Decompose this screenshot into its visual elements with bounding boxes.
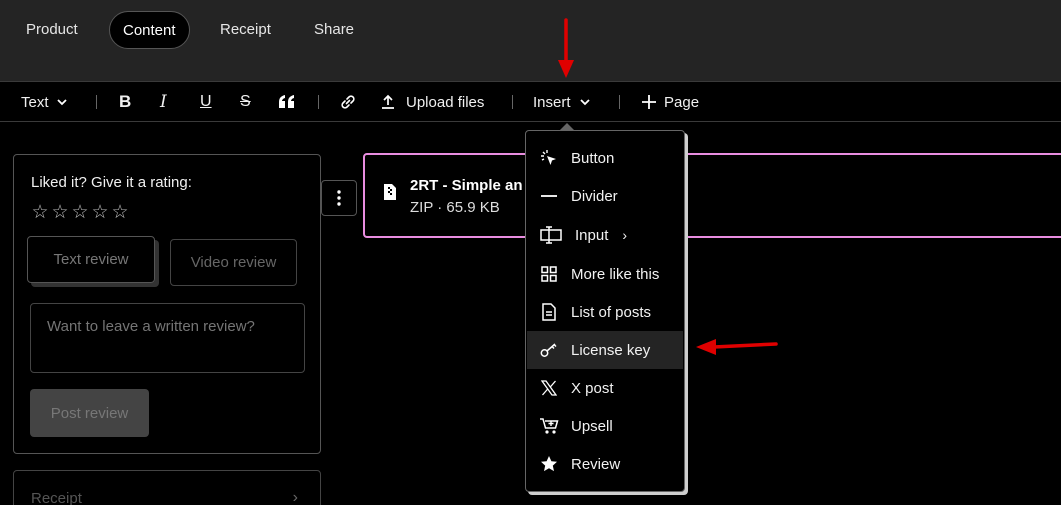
zip-file-icon — [384, 184, 396, 200]
toolbar-divider — [512, 95, 513, 109]
grid-icon — [541, 266, 557, 282]
menu-item-label: Review — [571, 455, 621, 473]
insert-label: Insert — [533, 93, 571, 111]
menu-item-label: List of posts — [571, 303, 652, 321]
rating-title: Liked it? Give it a rating: — [31, 174, 192, 191]
star-icon[interactable]: ☆ — [71, 203, 89, 223]
menu-item-list-of-posts[interactable]: List of posts — [527, 293, 683, 331]
video-review-button[interactable]: Video review — [170, 239, 297, 286]
receipt-label: Receipt — [31, 490, 82, 505]
add-page-button[interactable]: Page — [641, 83, 699, 121]
toolbar-divider — [619, 95, 620, 109]
chevron-right-icon: › — [622, 227, 628, 243]
rating-card: Liked it? Give it a rating: ☆ ☆ ☆ ☆ ☆ Te… — [13, 154, 321, 454]
add-page-label: Page — [664, 93, 700, 111]
tab-share[interactable]: Share — [301, 11, 367, 49]
menu-item-label: Divider — [571, 187, 618, 205]
editor-toolbar: Text B I U S Upload files Insert Page — [0, 83, 1061, 122]
text-style-label: Text — [21, 93, 49, 111]
star-icon[interactable]: ☆ — [91, 203, 109, 223]
menu-item-label: More like this — [571, 265, 660, 283]
insert-menu: Button Divider Input › More like this Li… — [525, 123, 685, 492]
upload-icon — [382, 94, 394, 109]
bold-button[interactable]: B — [119, 83, 131, 121]
link-button[interactable] — [339, 83, 357, 121]
file-name: 2RT - Simple an — [410, 177, 523, 194]
menu-item-review[interactable]: Review — [527, 445, 683, 483]
text-style-dropdown[interactable]: Text — [21, 83, 68, 121]
file-meta: ZIP · 65.9 KB — [410, 199, 500, 216]
text-review-button[interactable]: Text review — [27, 236, 155, 283]
menu-item-label: Button — [571, 149, 615, 167]
star-icon — [541, 456, 557, 472]
annotation-arrow-left — [696, 339, 778, 355]
quote-icon — [279, 95, 294, 108]
input-icon — [540, 226, 562, 244]
underline-button[interactable]: U — [200, 83, 212, 121]
toolbar-divider — [96, 95, 97, 109]
menu-item-divider[interactable]: Divider — [527, 177, 683, 215]
key-icon — [540, 343, 557, 357]
link-icon — [341, 95, 355, 109]
cart-icon — [540, 418, 559, 434]
more-options-button[interactable] — [321, 180, 357, 216]
menu-item-label: Input — [575, 226, 609, 244]
written-review-input[interactable] — [30, 303, 305, 373]
menu-item-input[interactable]: Input › — [527, 216, 683, 254]
insert-dropdown-button[interactable]: Insert — [533, 83, 591, 121]
menu-item-label: X post — [571, 379, 614, 397]
strikethrough-button[interactable]: S — [240, 83, 251, 121]
x-logo-icon — [541, 380, 557, 396]
menu-item-license-key[interactable]: License key — [527, 331, 683, 369]
menu-item-x-post[interactable]: X post — [527, 369, 683, 407]
annotation-arrow-down — [558, 18, 574, 78]
tab-product[interactable]: Product — [13, 11, 91, 49]
underline-icon: U — [200, 93, 212, 110]
menu-item-upsell[interactable]: Upsell — [527, 407, 683, 445]
document-icon — [542, 303, 556, 321]
plus-icon — [642, 95, 656, 109]
chevron-right-icon: › — [292, 489, 298, 505]
post-review-button[interactable]: Post review — [30, 389, 149, 437]
menu-item-more-like-this[interactable]: More like this — [527, 255, 683, 293]
menu-item-button[interactable]: Button — [527, 139, 683, 177]
tab-content[interactable]: Content — [109, 11, 190, 49]
upload-files-label: Upload files — [406, 93, 485, 111]
divider-icon — [541, 195, 557, 197]
strikethrough-icon: S — [240, 93, 251, 110]
quote-button[interactable] — [277, 83, 297, 121]
star-icon[interactable]: ☆ — [111, 203, 129, 223]
cursor-click-icon — [541, 150, 556, 165]
star-rating[interactable]: ☆ ☆ ☆ ☆ ☆ — [31, 203, 129, 223]
chevron-down-icon — [579, 99, 590, 106]
file-embed-card[interactable]: 2RT - Simple an ZIP · 65.9 KB — [363, 153, 1061, 238]
star-icon[interactable]: ☆ — [51, 203, 69, 223]
kebab-icon — [337, 190, 341, 206]
star-icon[interactable]: ☆ — [31, 203, 49, 223]
receipt-card[interactable]: Receipt › — [13, 470, 321, 505]
bold-icon: B — [119, 92, 132, 111]
toolbar-divider — [318, 95, 319, 109]
italic-icon: I — [160, 92, 167, 112]
tab-receipt[interactable]: Receipt — [207, 11, 284, 49]
italic-button[interactable]: I — [160, 83, 167, 121]
menu-item-label: Upsell — [571, 417, 613, 435]
menu-item-label: License key — [571, 341, 651, 359]
top-nav: Product Content Receipt Share — [0, 0, 1061, 82]
upload-files-button[interactable]: Upload files — [380, 83, 484, 121]
chevron-down-icon — [56, 99, 67, 106]
